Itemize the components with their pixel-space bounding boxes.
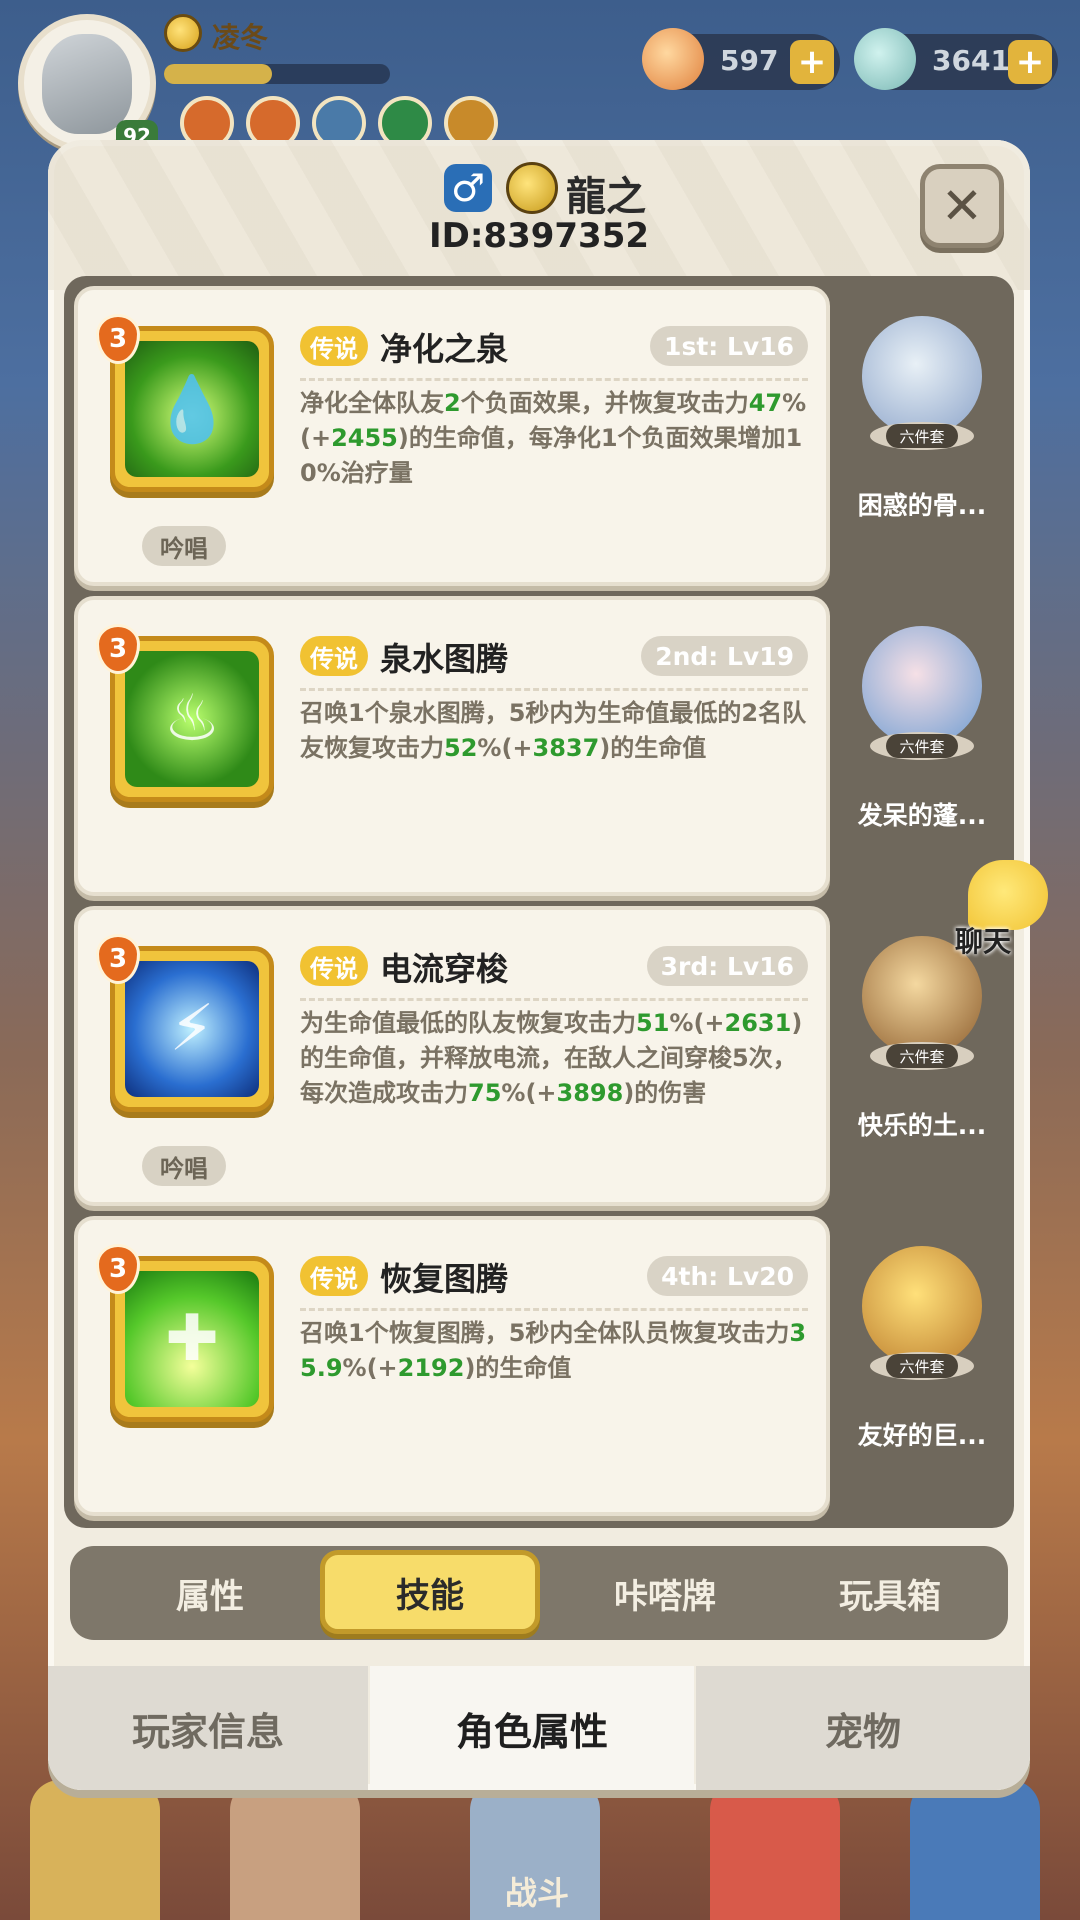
totem-icon: ✚ bbox=[125, 1271, 259, 1407]
skill-rank: 1st: Lv16 bbox=[650, 326, 808, 366]
skill-card[interactable]: ✚ 3 传说 恢复图腾 4th: Lv20 召唤1个恢复图腾，5秒内全体队员恢复… bbox=[74, 1216, 830, 1516]
tab-skills[interactable]: 技能 bbox=[320, 1550, 540, 1634]
battle-label: 战斗 bbox=[505, 1874, 570, 1912]
tab-character-attributes[interactable]: 角色属性 bbox=[370, 1666, 694, 1790]
pet-name: 困惑的骨... bbox=[857, 491, 987, 520]
skill-rank: 4th: Lv20 bbox=[647, 1256, 808, 1296]
skill-name: 恢复图腾 bbox=[380, 1260, 509, 1298]
pet-name: 发呆的蓬... bbox=[857, 801, 987, 830]
rank-badge-icon bbox=[506, 162, 558, 214]
pet-portrait bbox=[862, 316, 982, 436]
avatar-portrait bbox=[42, 34, 132, 134]
water-drop-icon: 💧 bbox=[125, 341, 259, 477]
skill-description: 净化全体队友2个负面效果，并恢复攻击力47%(+2455)的生命值，每净化1个负… bbox=[300, 389, 807, 487]
tab-pets[interactable]: 宠物 bbox=[696, 1666, 1030, 1790]
xp-bar bbox=[164, 64, 390, 84]
chat-label[interactable]: 聊天 bbox=[955, 920, 1011, 960]
skill-description: 召唤1个泉水图腾，5秒内为生命值最低的2名队友恢复攻击力52%(+3837)的生… bbox=[300, 699, 807, 762]
pet-name: 快乐的土... bbox=[857, 1111, 987, 1140]
skill-description: 为生命值最低的队友恢复攻击力51%(+2631)的生命值，并释放电流，在敌人之间… bbox=[300, 1009, 803, 1107]
shell-icon bbox=[854, 28, 916, 90]
player-id: ID:8397352 bbox=[428, 216, 650, 256]
nav-shop[interactable] bbox=[910, 1780, 1040, 1920]
skill-list[interactable]: 💧 3 吟唱 传说 净化之泉 1st: Lv16 净化全体队友2个负面效果，并恢… bbox=[64, 276, 1014, 1528]
tab-player-info[interactable]: 玩家信息 bbox=[48, 1666, 368, 1790]
currency-shells: 36414 + bbox=[854, 28, 1058, 90]
skill-card[interactable]: 💧 3 吟唱 传说 净化之泉 1st: Lv16 净化全体队友2个负面效果，并恢… bbox=[74, 286, 830, 586]
gem-icon bbox=[642, 28, 704, 90]
sub-tab-bar: 属性 技能 咔嗒牌 玩具箱 bbox=[70, 1546, 1008, 1640]
pet-slot[interactable]: 六件套 困惑的骨... bbox=[834, 286, 1010, 586]
skill-card[interactable]: ♨ 3 传说 泉水图腾 2nd: Lv19 召唤1个泉水图腾，5秒内为生命值最低… bbox=[74, 596, 830, 896]
add-shells-button[interactable]: + bbox=[1008, 40, 1052, 84]
skill-name: 净化之泉 bbox=[380, 330, 509, 368]
divider bbox=[300, 378, 808, 381]
profile-player-name: 龍之 bbox=[566, 174, 646, 220]
tab-attributes[interactable]: 属性 bbox=[100, 1546, 320, 1640]
pet-slot[interactable]: 六件套 友好的巨... bbox=[834, 1216, 1010, 1516]
add-gems-button[interactable]: + bbox=[790, 40, 834, 84]
hud-player-name: 凌冬 bbox=[212, 21, 269, 54]
lightning-icon: ⚡ bbox=[125, 961, 259, 1097]
male-icon: ♂ bbox=[444, 164, 492, 212]
skill-name: 泉水图腾 bbox=[380, 640, 509, 678]
tab-cards[interactable]: 咔嗒牌 bbox=[555, 1546, 775, 1640]
divider bbox=[300, 998, 808, 1001]
divider bbox=[300, 1308, 808, 1311]
pet-portrait bbox=[862, 626, 982, 746]
currency-gems: 597 + bbox=[642, 28, 840, 90]
rarity-tag: 传说 bbox=[300, 326, 368, 366]
pet-portrait bbox=[862, 1246, 982, 1366]
player-avatar[interactable]: 92 bbox=[18, 14, 158, 152]
set-tag: 六件套 bbox=[886, 1354, 958, 1378]
skill-rank: 2nd: Lv19 bbox=[641, 636, 808, 676]
rarity-tag: 传说 bbox=[300, 636, 368, 676]
profile-panel: ♂ 龍之 ID:8397352 ✕ 💧 3 吟唱 传说 净化之泉 1st: Lv… bbox=[48, 140, 1030, 1790]
pet-slot[interactable]: 六件套 发呆的蓬... bbox=[834, 596, 1010, 896]
nav-character[interactable] bbox=[30, 1780, 160, 1920]
totem-icon: ♨ bbox=[125, 651, 259, 787]
chant-badge: 吟唱 bbox=[142, 526, 226, 566]
chant-badge: 吟唱 bbox=[142, 1146, 226, 1186]
skill-description: 召唤1个恢复图腾，5秒内全体队员恢复攻击力35.9%(+2192)的生命值 bbox=[300, 1319, 807, 1382]
skill-card[interactable]: ⚡ 3 吟唱 传说 电流穿梭 3rd: Lv16 为生命值最低的队友恢复攻击力5… bbox=[74, 906, 830, 1206]
rarity-tag: 传说 bbox=[300, 1256, 368, 1296]
skill-rank: 3rd: Lv16 bbox=[646, 946, 808, 986]
skill-name: 电流穿梭 bbox=[380, 950, 509, 988]
main-tab-bar: 玩家信息 角色属性 宠物 bbox=[48, 1666, 1030, 1790]
close-button[interactable]: ✕ bbox=[920, 164, 1004, 248]
set-tag: 六件套 bbox=[886, 424, 958, 448]
divider bbox=[300, 688, 808, 691]
title-badge-icon bbox=[164, 14, 202, 52]
set-tag: 六件套 bbox=[886, 1044, 958, 1068]
tab-toybox[interactable]: 玩具箱 bbox=[780, 1546, 1000, 1640]
nav-hero[interactable] bbox=[230, 1780, 360, 1920]
set-tag: 六件套 bbox=[886, 734, 958, 758]
nav-pet[interactable] bbox=[710, 1780, 840, 1920]
rarity-tag: 传说 bbox=[300, 946, 368, 986]
pet-name: 友好的巨... bbox=[857, 1421, 987, 1450]
